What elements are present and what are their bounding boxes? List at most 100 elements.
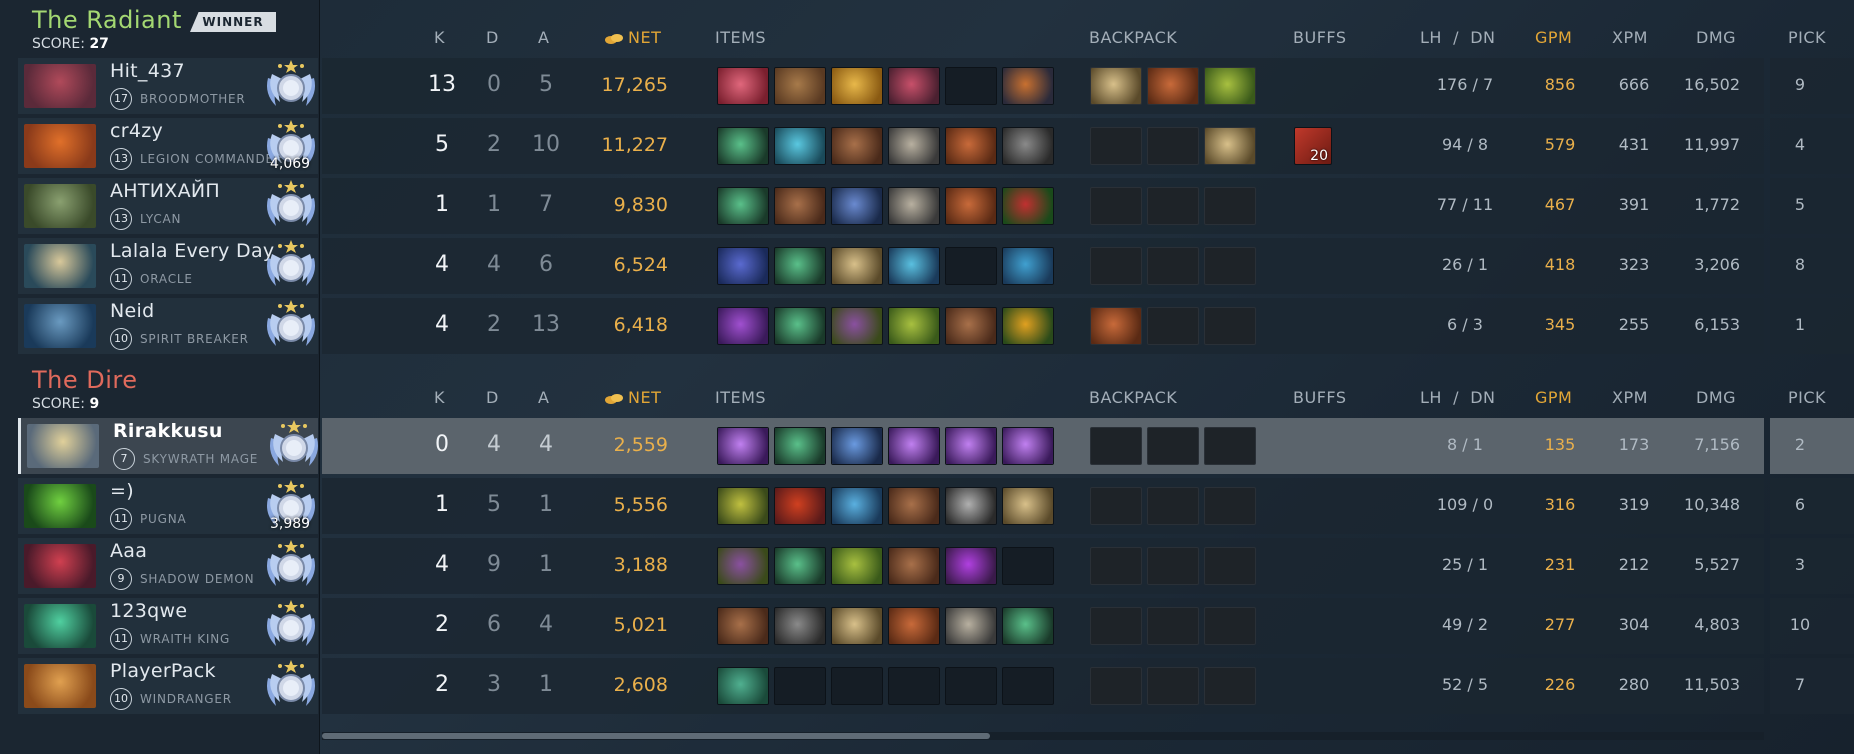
item-slot[interactable] <box>717 667 769 705</box>
item-slot[interactable] <box>945 427 997 465</box>
item-slot[interactable] <box>717 187 769 225</box>
player-card[interactable]: Neid 10 SPIRIT BREAKER <box>18 298 318 354</box>
backpack-slot[interactable] <box>1090 547 1142 585</box>
item-slot[interactable] <box>1002 127 1054 165</box>
player-name[interactable]: =) <box>110 480 134 502</box>
backpack-slot[interactable] <box>1147 487 1199 525</box>
player-name[interactable]: Hit_437 <box>110 60 185 82</box>
backpack-slot[interactable] <box>1204 427 1256 465</box>
player-card[interactable]: АНТИХАЙП 13 LYCAN <box>18 178 318 234</box>
item-slot[interactable] <box>774 307 826 345</box>
item-slot[interactable] <box>717 487 769 525</box>
item-slot[interactable] <box>717 307 769 345</box>
backpack-slot[interactable] <box>1147 247 1199 285</box>
item-slot[interactable] <box>945 547 997 585</box>
item-slot[interactable] <box>888 187 940 225</box>
item-slot[interactable] <box>1002 427 1054 465</box>
item-slot[interactable] <box>717 547 769 585</box>
backpack-slot[interactable] <box>1204 67 1256 105</box>
backpack-slot[interactable] <box>1147 67 1199 105</box>
item-slot[interactable] <box>1002 607 1054 645</box>
scrollbar-thumb[interactable] <box>322 733 990 739</box>
player-name[interactable]: Lalala Every Day <box>110 240 274 262</box>
item-slot[interactable] <box>888 607 940 645</box>
item-slot[interactable] <box>774 547 826 585</box>
backpack-slot[interactable] <box>1147 667 1199 705</box>
player-name[interactable]: Neid <box>110 300 154 322</box>
item-slot[interactable] <box>1002 667 1054 705</box>
backpack-slot[interactable] <box>1090 607 1142 645</box>
item-slot[interactable] <box>888 547 940 585</box>
item-slot[interactable] <box>774 487 826 525</box>
player-card[interactable]: PlayerPack 10 WINDRANGER <box>18 658 318 714</box>
item-slot[interactable] <box>945 607 997 645</box>
backpack-slot[interactable] <box>1147 607 1199 645</box>
item-slot[interactable] <box>945 247 997 285</box>
item-slot[interactable] <box>1002 487 1054 525</box>
item-slot[interactable] <box>717 247 769 285</box>
item-slot[interactable] <box>888 247 940 285</box>
backpack-slot[interactable] <box>1090 427 1142 465</box>
backpack-slot[interactable] <box>1090 307 1142 345</box>
item-slot[interactable] <box>831 427 883 465</box>
item-slot[interactable] <box>774 247 826 285</box>
backpack-slot[interactable] <box>1090 247 1142 285</box>
backpack-slot[interactable] <box>1204 607 1256 645</box>
backpack-slot[interactable] <box>1090 67 1142 105</box>
item-slot[interactable] <box>945 487 997 525</box>
item-slot[interactable] <box>774 427 826 465</box>
item-slot[interactable] <box>888 487 940 525</box>
item-slot[interactable] <box>774 667 826 705</box>
player-card[interactable]: Rirakkusu 7 SKYWRATH MAGE <box>18 418 318 474</box>
item-slot[interactable] <box>774 67 826 105</box>
item-slot[interactable] <box>945 127 997 165</box>
item-slot[interactable] <box>717 427 769 465</box>
backpack-slot[interactable] <box>1147 187 1199 225</box>
item-slot[interactable] <box>831 547 883 585</box>
horizontal-scrollbar[interactable] <box>322 732 1764 740</box>
item-slot[interactable] <box>831 487 883 525</box>
item-slot[interactable] <box>1002 307 1054 345</box>
backpack-slot[interactable] <box>1204 127 1256 165</box>
player-name[interactable]: Aaa <box>110 540 147 562</box>
player-name[interactable]: 123qwe <box>110 600 187 622</box>
backpack-slot[interactable] <box>1204 547 1256 585</box>
player-card[interactable]: =) 11 PUGNA 3,989 <box>18 478 318 534</box>
item-slot[interactable] <box>1002 187 1054 225</box>
player-name[interactable]: АНТИХАЙП <box>110 180 220 202</box>
item-slot[interactable] <box>831 667 883 705</box>
item-slot[interactable] <box>945 187 997 225</box>
backpack-slot[interactable] <box>1204 667 1256 705</box>
item-slot[interactable] <box>888 667 940 705</box>
backpack-slot[interactable] <box>1147 307 1199 345</box>
item-slot[interactable] <box>831 67 883 105</box>
item-slot[interactable] <box>888 127 940 165</box>
backpack-slot[interactable] <box>1147 127 1199 165</box>
backpack-slot[interactable] <box>1147 427 1199 465</box>
backpack-slot[interactable] <box>1147 547 1199 585</box>
item-slot[interactable] <box>888 307 940 345</box>
item-slot[interactable] <box>717 607 769 645</box>
item-slot[interactable] <box>1002 67 1054 105</box>
item-slot[interactable] <box>774 127 826 165</box>
item-slot[interactable] <box>945 67 997 105</box>
item-slot[interactable] <box>831 607 883 645</box>
item-slot[interactable] <box>831 127 883 165</box>
backpack-slot[interactable] <box>1090 187 1142 225</box>
player-card[interactable]: Hit_437 17 BROODMOTHER <box>18 58 318 114</box>
player-name[interactable]: Rirakkusu <box>113 420 223 442</box>
player-name[interactable]: cr4zy <box>110 120 163 142</box>
item-slot[interactable] <box>717 127 769 165</box>
item-slot[interactable] <box>831 307 883 345</box>
item-slot[interactable] <box>888 427 940 465</box>
item-slot[interactable] <box>717 67 769 105</box>
player-card[interactable]: 123qwe 11 WRAITH KING <box>18 598 318 654</box>
item-slot[interactable] <box>888 67 940 105</box>
item-slot[interactable] <box>831 247 883 285</box>
backpack-slot[interactable] <box>1090 127 1142 165</box>
backpack-slot[interactable] <box>1204 487 1256 525</box>
backpack-slot[interactable] <box>1204 187 1256 225</box>
player-card[interactable]: Lalala Every Day 11 ORACLE <box>18 238 318 294</box>
backpack-slot[interactable] <box>1090 667 1142 705</box>
backpack-slot[interactable] <box>1204 247 1256 285</box>
